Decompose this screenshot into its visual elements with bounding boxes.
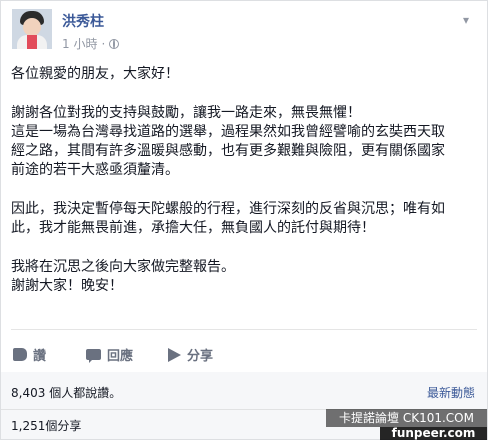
comment-icon (86, 349, 101, 363)
like-button[interactable]: 讚 (13, 345, 46, 364)
post-line: 前途的若干大惑亟須釐清。 (11, 162, 179, 178)
sort-order-link[interactable]: 最新動態 (427, 384, 475, 401)
comment-label: 回應 (107, 349, 134, 364)
like-count: 8,403 (11, 386, 46, 400)
chevron-down-icon[interactable]: ▾ (463, 13, 469, 27)
like-summary[interactable]: 8,403 個人都說讚。 (11, 384, 121, 401)
post-time[interactable]: 1 小時 (62, 35, 97, 52)
share-icon (168, 347, 181, 362)
avatar-face (23, 18, 41, 36)
post-card: 洪秀柱 1 小時 · ▾ 各位親愛的朋友，大家好！ 謝謝各位對我的支持與鼓勵，讓… (0, 0, 488, 440)
like-icon (13, 348, 27, 361)
post-line: 經之路，其間有許多溫暖與感動，也有更多艱難與險阻，更有關係國家 (11, 143, 445, 159)
like-summary-text: 個人都說讚。 (49, 386, 122, 400)
watermark-top: 卡提諾論壇 CK101.COM (326, 409, 487, 427)
share-button[interactable]: 分享 (168, 345, 213, 364)
like-label: 讚 (33, 349, 47, 364)
post-line: 我將在沉思之後向大家做完整報告。 (11, 259, 235, 275)
post-meta: 1 小時 · (62, 35, 120, 52)
post-line: 因此，我決定暫停每天陀螺般的行程，進行深刻的反省與沉思；唯有如 (11, 201, 445, 217)
post-line: 這是一場為台灣尋找道路的選舉，過程果然如我曾經譬喻的玄奘西天取 (11, 124, 445, 140)
post-line: 謝謝各位對我的支持與鼓勵，讓我一路走來，無畏無懼！ (11, 105, 361, 121)
avatar-scarf (27, 35, 37, 49)
post-line: 各位親愛的朋友，大家好！ (11, 66, 179, 82)
share-label: 分享 (187, 349, 214, 364)
meta-separator: · (101, 36, 106, 51)
globe-icon (109, 38, 120, 49)
divider (11, 329, 477, 330)
author-name[interactable]: 洪秀柱 (62, 11, 104, 31)
avatar[interactable] (12, 9, 52, 49)
post-line: 此，我才能無畏前進，承擔大任，無負國人的託付與期待！ (11, 220, 375, 236)
post-line: 謝謝大家！晚安！ (11, 278, 123, 294)
comment-button[interactable]: 回應 (86, 345, 133, 364)
watermark-bottom: funpeer.com (380, 427, 487, 440)
share-count[interactable]: 1,251個分享 (11, 417, 81, 434)
